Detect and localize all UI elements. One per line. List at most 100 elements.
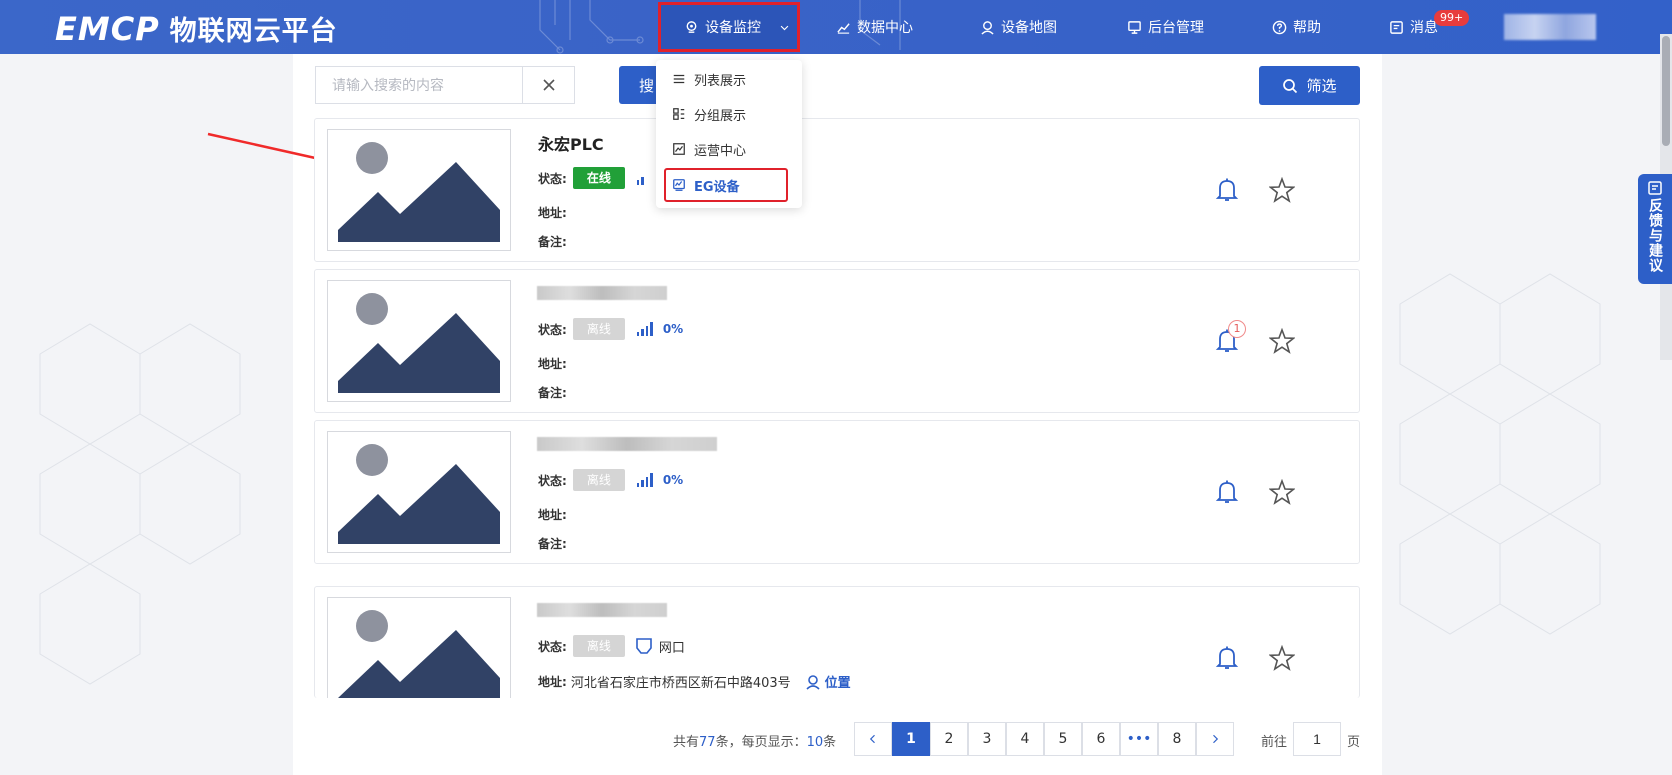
- top-navigation-bar: EMCP 物联网云平台 设备监控 数据中心 设备地图 后台管理 帮助 消息 99…: [0, 0, 1672, 54]
- nav-label: 数据中心: [857, 20, 913, 36]
- page-button[interactable]: 4: [1006, 722, 1044, 756]
- message-badge: 99+: [1434, 10, 1470, 26]
- filter-button[interactable]: 筛选: [1259, 66, 1360, 105]
- chevron-left-icon: [869, 734, 875, 744]
- device-thumbnail[interactable]: [327, 129, 511, 251]
- operation-icon: [673, 143, 685, 155]
- logo-mark: EMCP: [55, 9, 160, 48]
- nav-device-map[interactable]: 设备地图: [980, 0, 1057, 54]
- chevron-down-icon: [780, 25, 789, 30]
- nav-label: 帮助: [1293, 20, 1321, 36]
- monitor-icon: [1128, 20, 1141, 34]
- image-placeholder-icon: [338, 610, 500, 698]
- image-placeholder-icon: [338, 293, 500, 393]
- device-card[interactable]: 永宏PLC 状态: 在线 地址: 备注:: [314, 118, 1360, 262]
- dropdown-item-label: 列表展示: [694, 73, 747, 89]
- signal-percent: 0%: [662, 473, 684, 487]
- next-page-button[interactable]: [1196, 722, 1234, 756]
- status-label: 状态:: [538, 322, 567, 337]
- dropdown-item-list[interactable]: 列表展示: [656, 64, 802, 94]
- status-label: 状态:: [538, 639, 567, 654]
- star-icon[interactable]: [1269, 645, 1295, 671]
- image-placeholder-icon: [338, 142, 500, 242]
- dropdown-item-operation[interactable]: 运营中心: [656, 134, 802, 164]
- device-name-blurred[interactable]: [537, 437, 717, 451]
- page-button[interactable]: 6: [1082, 722, 1120, 756]
- pagination-info: 共有77条，每页显示：10条: [673, 735, 837, 750]
- feedback-label: 反馈与建议: [1647, 198, 1663, 273]
- nav-label: 设备地图: [1001, 20, 1057, 36]
- feedback-tab[interactable]: 反馈与建议: [1638, 174, 1672, 284]
- note-label: 备注:: [538, 235, 567, 249]
- chart-icon: [837, 22, 850, 34]
- logo[interactable]: EMCP 物联网云平台: [55, 9, 338, 48]
- status-badge: 离线: [572, 469, 625, 491]
- dropdown-item-label: 运营中心: [694, 143, 747, 159]
- status-badge: 在线: [572, 167, 625, 189]
- bell-icon[interactable]: [1215, 479, 1239, 505]
- page-button[interactable]: 1: [892, 722, 930, 756]
- search-input[interactable]: [315, 66, 523, 104]
- nav-help[interactable]: 帮助: [1272, 0, 1321, 54]
- question-icon: [1272, 20, 1287, 34]
- signal-icon: [636, 171, 644, 185]
- status-label: 状态:: [538, 473, 567, 488]
- page-button[interactable]: 5: [1044, 722, 1082, 756]
- page-button[interactable]: 8: [1158, 722, 1196, 756]
- location-link[interactable]: 位置: [805, 672, 851, 691]
- bell-icon[interactable]: [1215, 645, 1239, 671]
- group-icon: [673, 108, 685, 120]
- message-icon: [1390, 20, 1403, 34]
- note-label: 备注:: [538, 537, 567, 551]
- map-pin-icon: [981, 20, 994, 35]
- page-ellipsis[interactable]: •••: [1120, 722, 1158, 756]
- page-button[interactable]: 3: [968, 722, 1006, 756]
- close-icon: [542, 79, 555, 91]
- list-icon: [673, 74, 685, 84]
- signal-percent: 0%: [662, 322, 684, 336]
- network-port-icon: [636, 638, 652, 654]
- address-label: 地址:: [538, 675, 567, 689]
- nav-messages[interactable]: 消息: [1389, 0, 1438, 54]
- nav-data-center[interactable]: 数据中心: [836, 0, 913, 54]
- goto-page-input[interactable]: [1293, 722, 1341, 756]
- star-icon[interactable]: [1269, 328, 1295, 354]
- status-badge: 离线: [572, 318, 625, 340]
- star-icon[interactable]: [1269, 177, 1295, 203]
- nav-device-monitor[interactable]: 设备监控: [684, 0, 790, 54]
- device-name-blurred[interactable]: [537, 286, 667, 300]
- bell-icon[interactable]: [1215, 177, 1239, 203]
- status-label: 状态:: [538, 171, 567, 186]
- device-name[interactable]: 永宏PLC: [538, 131, 604, 155]
- scrollbar-thumb[interactable]: [1662, 36, 1670, 146]
- star-icon[interactable]: [1269, 479, 1295, 505]
- prev-page-button[interactable]: [854, 722, 892, 756]
- device-card[interactable]: 状态: 离线 0% 地址: 备注: 1: [314, 269, 1360, 413]
- device-card[interactable]: 状态: 离线 网口 地址: 河北省石家庄市桥西区新石中路403号 位置: [314, 586, 1360, 698]
- device-card[interactable]: 状态: 离线 0% 地址: 备注:: [314, 420, 1360, 564]
- network-type: 网口: [658, 640, 685, 656]
- chevron-right-icon: [1213, 734, 1219, 744]
- device-thumbnail[interactable]: [327, 597, 511, 698]
- status-badge: 离线: [572, 635, 625, 657]
- nav-label: 设备监控: [705, 20, 761, 36]
- user-avatar-blurred[interactable]: [1504, 14, 1596, 40]
- nav-admin[interactable]: 后台管理: [1127, 0, 1204, 54]
- device-thumbnail[interactable]: [327, 280, 511, 402]
- address-label: 地址:: [538, 357, 567, 371]
- goto-label: 前往: [1261, 735, 1288, 750]
- address-value: 河北省石家庄市桥西区新石中路403号: [570, 676, 791, 691]
- address-label: 地址:: [538, 508, 567, 522]
- clear-button[interactable]: [522, 66, 575, 104]
- search-icon: [1283, 78, 1298, 93]
- page-button[interactable]: 2: [930, 722, 968, 756]
- device-thumbnail[interactable]: [327, 431, 511, 553]
- alarm-count-badge: 1: [1228, 320, 1246, 338]
- signal-icon: [636, 322, 653, 336]
- nav-label: 后台管理: [1148, 20, 1204, 36]
- location-label: 位置: [824, 676, 851, 691]
- dropdown-item-group[interactable]: 分组展示: [656, 99, 802, 129]
- location-pin-icon: [686, 20, 697, 33]
- logo-text: 物联网云平台: [169, 16, 338, 47]
- device-name-blurred[interactable]: [537, 603, 667, 617]
